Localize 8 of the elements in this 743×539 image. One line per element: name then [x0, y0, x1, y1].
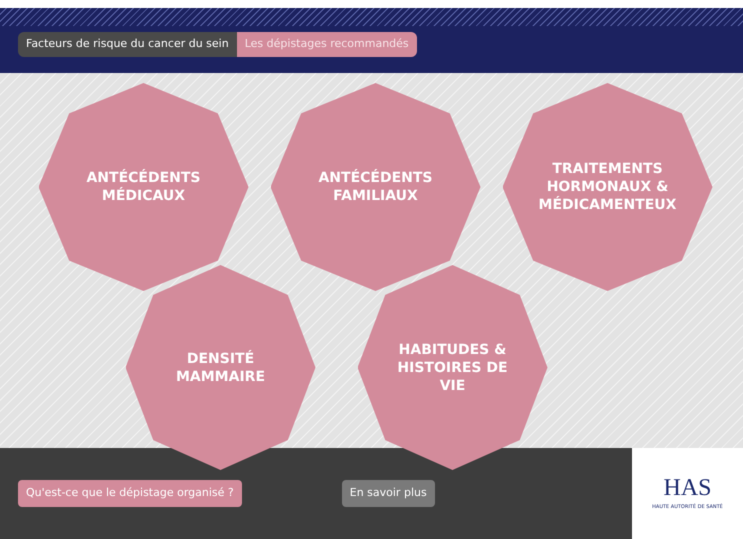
logo-mark: HAS: [663, 476, 712, 500]
breadcrumb-tab[interactable]: Les dépistages recommandés: [236, 32, 417, 56]
more-button[interactable]: En savoir plus: [342, 480, 435, 507]
breadcrumb-tab[interactable]: Facteurs de risque du cancer du sein: [18, 32, 237, 56]
topic-button[interactable]: ANTÉCÉDENTS MÉDICAUX: [38, 83, 248, 291]
question-button[interactable]: Qu'est-ce que le dépistage organisé ?: [18, 480, 242, 507]
topic-button[interactable]: ANTÉCÉDENTS FAMILIAUX: [270, 83, 480, 291]
topic-button[interactable]: TRAITEMENTS HORMONAUX & MÉDICAMENTEUX: [502, 83, 712, 291]
